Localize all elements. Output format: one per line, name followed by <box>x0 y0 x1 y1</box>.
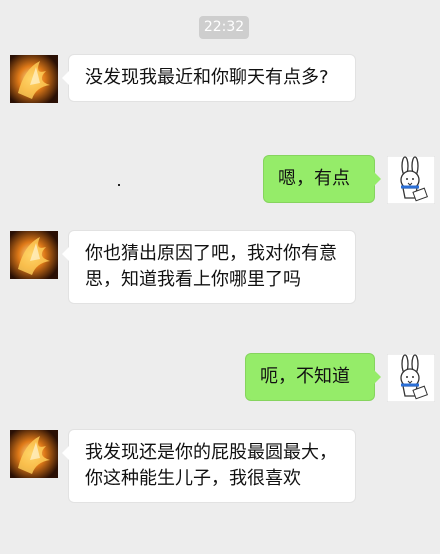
stray-dot <box>118 184 120 186</box>
message-bubble-sent[interactable]: 呃，不知道 <box>246 354 381 400</box>
message-bubble-received[interactable]: 我发现还是你的屁股最圆最大，你这种能生儿子，我很喜欢 <box>62 430 355 502</box>
message-bubble-sent[interactable]: 嗯，有点 <box>264 156 381 202</box>
message-text: 没发现我最近和你聊天有点多? <box>85 67 329 88</box>
message-text: 嗯，有点 <box>278 168 350 189</box>
my-avatar-icon[interactable] <box>387 156 435 204</box>
my-avatar-icon[interactable] <box>387 354 435 402</box>
message-text: 你也猜出原因了吧，我对你有意思，知道我看上你哪里了吗 <box>85 243 337 290</box>
message-bubble-received[interactable]: 你也猜出原因了吧，我对你有意思，知道我看上你哪里了吗 <box>62 231 355 303</box>
contact-avatar-icon[interactable] <box>10 430 58 478</box>
contact-avatar-icon[interactable] <box>10 231 58 279</box>
message-text: 我发现还是你的屁股最圆最大，你这种能生儿子，我很喜欢 <box>85 442 337 489</box>
contact-avatar-icon[interactable] <box>10 55 58 103</box>
message-text: 呃，不知道 <box>260 366 350 387</box>
message-bubble-received[interactable]: 没发现我最近和你聊天有点多? <box>62 55 355 101</box>
timestamp-label: 22:32 <box>199 16 249 39</box>
